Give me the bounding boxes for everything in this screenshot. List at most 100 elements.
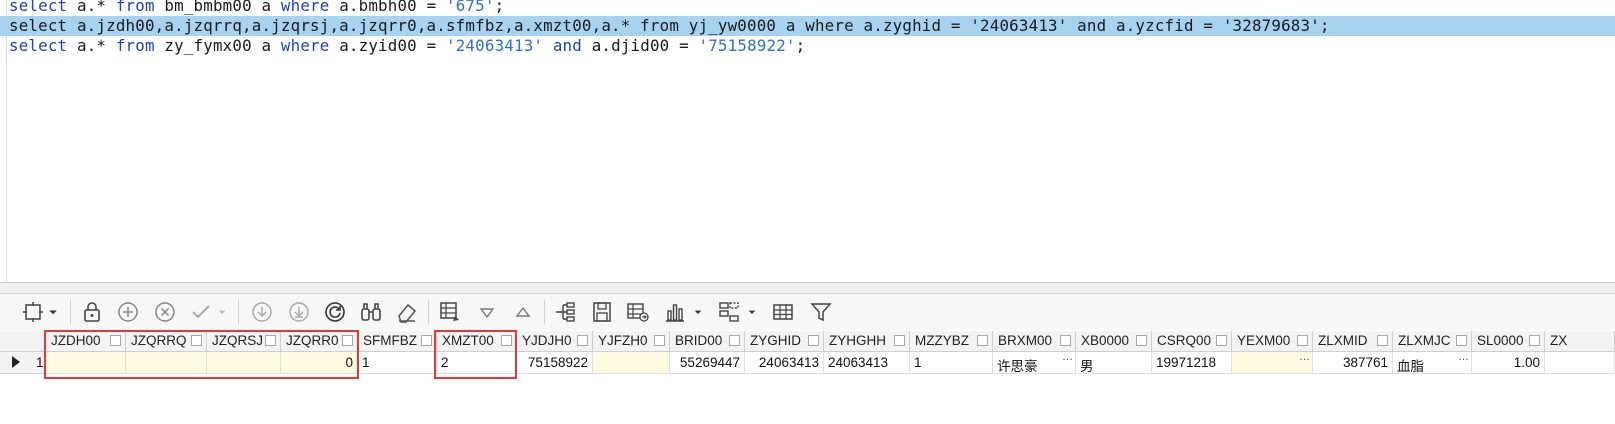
column-filter-checkbox[interactable] (654, 335, 665, 346)
column-header-zyhghh[interactable]: ZYHGHH (824, 331, 910, 352)
move-down-icon[interactable] (249, 299, 275, 325)
cell-ellipsis-button[interactable]: … (1062, 351, 1073, 363)
layout-dropdown-icon[interactable] (744, 299, 760, 325)
chart-dropdown-icon[interactable] (690, 299, 706, 325)
cell-value: 男 (1080, 359, 1094, 374)
cell-zlxmid[interactable]: 387761 (1313, 352, 1393, 374)
sort-desc-icon[interactable] (474, 299, 500, 325)
column-filter-checkbox[interactable] (191, 335, 202, 346)
sql-line-1[interactable]: select a.* from bm_bmbm00 a where a.bmbh… (9, 0, 504, 16)
sql-token: '75158922' (698, 36, 796, 55)
column-header-zx[interactable]: ZX (1545, 331, 1615, 352)
column-header-yexm00[interactable]: YEXM00 (1232, 331, 1313, 352)
add-row-icon[interactable] (115, 299, 141, 325)
column-header-jzdh00[interactable]: JZDH00 (46, 331, 126, 352)
cell-yjfzh0[interactable] (593, 352, 670, 374)
column-filter-checkbox[interactable] (1456, 335, 1467, 346)
sql-editor[interactable]: select a.* from bm_bmbm00 a where a.bmbh… (0, 0, 1615, 283)
sql-line-3[interactable]: select a.* from zy_fymx00 a where a.zyid… (9, 36, 805, 56)
grid-edit-icon[interactable] (437, 299, 463, 325)
cell-jzqrrq[interactable] (126, 352, 207, 374)
column-filter-checkbox[interactable] (1136, 335, 1147, 346)
column-header-jzqrsj[interactable]: JZQRSJ (207, 331, 281, 352)
post-check-icon[interactable] (188, 299, 214, 325)
column-filter-checkbox[interactable] (501, 335, 512, 346)
column-filter-checkbox[interactable] (1377, 335, 1388, 346)
column-filter-checkbox[interactable] (1060, 335, 1071, 346)
column-header-yjfzh0[interactable]: YJFZH0 (593, 331, 670, 352)
cell-zlxmjc[interactable]: 血脂… (1393, 351, 1472, 374)
cell-zx[interactable] (1545, 352, 1615, 374)
column-header-zyghid[interactable]: ZYGHID (745, 331, 824, 352)
cell-zyghid[interactable]: 24063413 (745, 352, 824, 374)
column-filter-checkbox[interactable] (808, 335, 819, 346)
post-dropdown-icon[interactable] (214, 299, 230, 325)
column-filter-checkbox[interactable] (977, 335, 988, 346)
clear-icon[interactable] (394, 299, 420, 325)
cell-csrq00[interactable]: 19971218 (1152, 352, 1232, 374)
cell-brid00[interactable]: 55269447 (670, 352, 745, 374)
column-header-brxm00[interactable]: BRXM00 (993, 331, 1076, 352)
column-filter-checkbox[interactable] (265, 335, 276, 346)
cell-yexm00[interactable]: … (1232, 351, 1313, 374)
table-icon[interactable] (770, 299, 796, 325)
column-header-csrq00[interactable]: CSRQ00 (1152, 331, 1232, 352)
sql-token: select (9, 36, 77, 55)
cell-sfmfbz[interactable]: 1 (358, 352, 437, 374)
dropdown-arrow-icon[interactable] (44, 299, 62, 325)
column-filter-checkbox[interactable] (421, 335, 432, 346)
cell-jzdh00[interactable] (46, 352, 126, 374)
cell-jzqrsj[interactable] (207, 352, 281, 374)
column-filter-checkbox[interactable] (1529, 335, 1540, 346)
lock-icon[interactable] (79, 299, 105, 325)
column-filter-checkbox[interactable] (342, 335, 353, 346)
column-filter-checkbox[interactable] (110, 335, 121, 346)
column-header-zlxmjc[interactable]: ZLXMJC (1393, 331, 1472, 352)
grid-corner-header[interactable] (0, 331, 46, 352)
column-header-sfmfbz[interactable]: SFMFBZ (358, 331, 437, 352)
chart-icon[interactable] (662, 299, 688, 325)
cell-xb0000[interactable]: 男 (1076, 352, 1152, 374)
refresh-icon[interactable] (322, 299, 348, 325)
delete-row-icon[interactable] (152, 299, 178, 325)
column-filter-checkbox[interactable] (729, 335, 740, 346)
column-header-brid00[interactable]: BRID00 (670, 331, 745, 352)
cell-yjdjh0[interactable]: 75158922 (517, 352, 593, 374)
column-header-yjdjh0[interactable]: YJDJH0 (517, 331, 593, 352)
column-header-label: ZX (1550, 333, 1568, 348)
column-header-sl0000[interactable]: SL0000 (1472, 331, 1545, 352)
column-filter-checkbox[interactable] (577, 335, 588, 346)
column-header-jzqrr0[interactable]: JZQRR0 (281, 331, 358, 352)
move-down-circle-icon[interactable] (286, 299, 312, 325)
column-header-mzzybz[interactable]: MZZYBZ (910, 331, 993, 352)
row-indicator[interactable]: 1 (0, 352, 46, 374)
column-filter-checkbox[interactable] (1297, 335, 1308, 346)
column-filter-checkbox[interactable] (894, 335, 905, 346)
sql-token: where (280, 36, 340, 55)
pane-splitter[interactable] (0, 283, 1615, 294)
pin-icon[interactable] (20, 299, 46, 325)
find-icon[interactable] (358, 299, 384, 325)
cell-value: 0 (345, 355, 353, 370)
result-grid: 1 JZDH00 JZQRRQ JZQRSJ JZQRR0 0 SFMFBZ 1 XMZT00… (0, 331, 1615, 424)
sql-line-2-selected[interactable]: select a.jzdh00,a.jzqrrq,a.jzqrsj,a.jzqr… (0, 16, 1615, 36)
sort-asc-icon[interactable] (510, 299, 536, 325)
column-header-xmzt00[interactable]: XMZT00 (437, 331, 517, 352)
export-icon[interactable] (625, 299, 651, 325)
column-filter-checkbox[interactable] (1216, 335, 1227, 346)
cell-mzzybz[interactable]: 1 (910, 352, 993, 374)
cell-ellipsis-button[interactable]: … (1299, 351, 1310, 363)
cell-zyhghh[interactable]: 24063413 (824, 352, 910, 374)
cell-jzqrr0[interactable]: 0 (281, 352, 358, 374)
column-header-zlxmid[interactable]: ZLXMID (1313, 331, 1393, 352)
cell-sl0000[interactable]: 1.00 (1472, 352, 1545, 374)
column-header-xb0000[interactable]: XB0000 (1076, 331, 1152, 352)
filter-icon[interactable] (808, 299, 834, 325)
column-header-jzqrrq[interactable]: JZQRRQ (126, 331, 207, 352)
tree-icon[interactable] (552, 299, 578, 325)
save-icon[interactable] (589, 299, 615, 325)
cell-brxm00[interactable]: 许思豪… (993, 351, 1076, 374)
cell-xmzt00[interactable]: 2 (437, 352, 517, 374)
layout-icon[interactable] (716, 299, 742, 325)
cell-ellipsis-button[interactable]: … (1458, 351, 1469, 363)
